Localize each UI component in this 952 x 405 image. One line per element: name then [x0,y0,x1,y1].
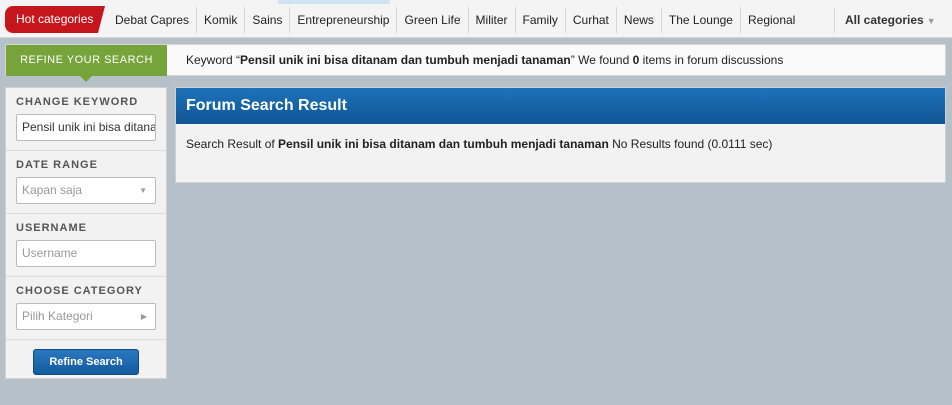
refine-sidebar: CHANGE KEYWORD Pensil unik ini bisa dita… [5,87,167,379]
keyword-input[interactable]: Pensil unik ini bisa ditanam dan tumbuh … [16,114,156,141]
category-section: CHOOSE CATEGORY Pilih Kategori ▶ [6,277,166,340]
category-nav-list: Debat Capres Komik Sains Entrepreneurshi… [108,7,802,33]
refine-search-button[interactable]: Refine Search [33,349,139,375]
chevron-down-icon: ▼ [139,186,147,195]
nav-item-sains[interactable]: Sains [245,7,291,33]
category-value: Pilih Kategori [22,309,93,323]
change-keyword-label: CHANGE KEYWORD [16,96,139,108]
username-label: USERNAME [16,222,87,234]
date-range-select[interactable]: Kapan saja ▼ [16,177,156,204]
date-range-label: DATE RANGE [16,159,98,171]
results-prefix: Search Result of [186,137,279,151]
nav-item-militer[interactable]: Militer [469,7,516,33]
category-select[interactable]: Pilih Kategori ▶ [16,303,156,330]
nav-item-the-lounge[interactable]: The Lounge [662,7,741,33]
username-input[interactable]: Username [16,240,156,267]
category-label: CHOOSE CATEGORY [16,285,143,297]
top-navigation: Hot categories Debat Capres Komik Sains … [0,0,952,38]
chevron-down-icon: ▼ [926,16,936,26]
username-section: USERNAME Username [6,214,166,277]
all-categories-label: All categories [845,13,924,27]
date-range-section: DATE RANGE Kapan saja ▼ [6,151,166,214]
nav-item-family[interactable]: Family [516,7,566,33]
nav-item-news[interactable]: News [617,7,662,33]
nav-item-komik[interactable]: Komik [197,7,246,33]
keyword-mid: ” We found [570,53,633,67]
keyword-text: Pensil unik ini bisa ditanam dan tumbuh … [240,53,571,67]
results-title: Forum Search Result [176,88,945,124]
nav-item-entrepreneurship[interactable]: Entrepreneurship [290,7,398,33]
nav-item-curhat[interactable]: Curhat [566,7,617,33]
refine-button-wrap: Refine Search [6,340,166,375]
search-results-panel: Forum Search Result Search Result of Pen… [175,87,946,183]
hot-categories-tab[interactable]: Hot categories [5,6,105,33]
refine-your-search-tab[interactable]: REFINE YOUR SEARCH [6,45,167,82]
all-categories-dropdown[interactable]: All categories ▼ [834,7,936,33]
nav-item-green-life[interactable]: Green Life [397,7,469,33]
results-keyword: Pensil unik ini bisa ditanam dan tumbuh … [278,137,609,151]
results-suffix: No Results found (0.0111 sec) [608,137,773,151]
date-range-value: Kapan saja [22,183,83,197]
nav-item-debat-capres[interactable]: Debat Capres [108,7,198,33]
chevron-right-icon: ▶ [140,312,147,321]
nav-accent-stripe [278,0,390,4]
nav-item-regional[interactable]: Regional [741,7,802,33]
results-message: Search Result of Pensil unik ini bisa di… [176,124,816,164]
keyword-prefix: Keyword “ [186,53,241,67]
keyword-suffix: items in forum discussions [639,53,784,67]
refine-bar: REFINE YOUR SEARCH Keyword “Pensil unik … [5,44,946,82]
change-keyword-section: CHANGE KEYWORD Pensil unik ini bisa dita… [6,88,166,151]
keyword-summary: Keyword “Pensil unik ini bisa ditanam da… [186,45,783,76]
